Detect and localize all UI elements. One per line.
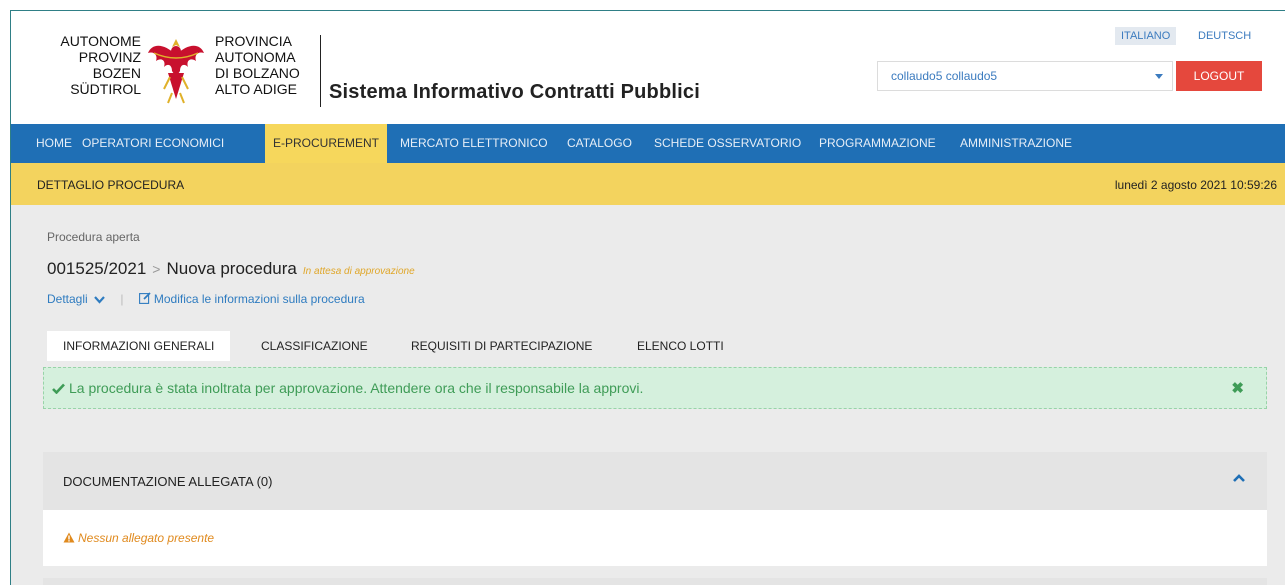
main-nav: HOME OPERATORI ECONOMICI E-PROCUREMENT M… (11, 124, 1285, 163)
section-bar: DETTAGLIO PROCEDURA lunedì 2 agosto 2021… (11, 163, 1285, 205)
logout-button[interactable]: LOGOUT (1176, 61, 1262, 91)
chevron-up-icon[interactable] (1231, 470, 1247, 486)
logo-line: AUTONOMA (215, 49, 296, 65)
alert-message: La procedura è stata inoltrata per appro… (69, 380, 644, 396)
alert-message-wrap: La procedura è stata inoltrata per appro… (52, 380, 643, 396)
section-title: DETTAGLIO PROCEDURA (37, 178, 185, 192)
details-link-label: Dettagli (47, 292, 88, 306)
logo-line: ALTO ADIGE (215, 81, 297, 97)
current-datetime: lunedì 2 agosto 2021 10:59:26 (1114, 178, 1277, 192)
eagle-coat-of-arms-icon (146, 33, 206, 105)
no-attachments-message: Nessun allegato presente (63, 531, 214, 545)
nav-item-schede-osservatorio[interactable]: SCHEDE OSSERVATORIO (654, 124, 801, 163)
logo-line: PROVINZ (78, 49, 141, 65)
tab-elenco-lotti[interactable]: ELENCO LOTTI (621, 331, 740, 361)
app-title: Sistema Informativo Contratti Pubblici (329, 81, 700, 103)
logo-line: AUTONOME (60, 33, 141, 49)
nav-item-catalogo[interactable]: CATALOGO (567, 124, 632, 163)
nav-item-e-procurement[interactable]: E-PROCUREMENT (265, 124, 388, 163)
language-deutsch-link[interactable]: DEUTSCH (1192, 27, 1257, 45)
procedure-title: 001525/2021 > Nuova procedura In attesa di … (47, 259, 415, 279)
warning-icon (63, 532, 75, 543)
check-icon (52, 383, 65, 395)
logo-line: BOZEN (92, 65, 141, 81)
logo-line: SÜDTIROL (70, 81, 141, 97)
caret-down-icon (1155, 74, 1163, 79)
close-icon[interactable]: ✖ (1231, 379, 1244, 397)
logo-text-de: AUTONOME PROVINZ BOZEN SÜDTIROL (48, 33, 141, 97)
no-attachments-text: Nessun allegato presente (78, 531, 215, 545)
province-logo[interactable]: AUTONOME PROVINZ BOZEN SÜDTIROL PROVINCI… (48, 33, 321, 107)
header: AUTONOME PROVINZ BOZEN SÜDTIROL PROVINCI… (11, 11, 1285, 124)
chevron-down-icon (94, 296, 105, 304)
nav-item-mercato-elettronico[interactable]: MERCATO ELETTRONICO (400, 124, 548, 163)
app-frame: AUTONOME PROVINZ BOZEN SÜDTIROL PROVINCI… (10, 10, 1285, 585)
user-select[interactable]: collaudo5 collaudo5 (877, 61, 1173, 91)
logo-line: DI BOLZANO (215, 65, 300, 81)
nav-item-amministrazione[interactable]: AMMINISTRAZIONE (960, 124, 1072, 163)
logo-text-it: PROVINCIA AUTONOMA DI BOLZANO ALTO ADIGE (215, 33, 315, 97)
tab-classificazione[interactable]: CLASSIFICAZIONE (245, 331, 384, 361)
procedure-code: 001525/2021 (47, 259, 147, 278)
nav-item-programmazione[interactable]: PROGRAMMAZIONE (819, 124, 936, 163)
user-select-value: collaudo5 collaudo5 (891, 69, 998, 83)
logo-line: PROVINCIA (215, 33, 293, 49)
procedure-name: Nuova procedura (166, 259, 297, 278)
attachments-panel-title: DOCUMENTAZIONE ALLEGATA (0) (63, 474, 273, 489)
attachments-panel-header[interactable]: DOCUMENTAZIONE ALLEGATA (0) (43, 452, 1267, 510)
edit-procedure-link[interactable]: Modifica le informazioni sulla procedura (136, 292, 365, 306)
next-panel-header (43, 578, 1267, 585)
edit-procedure-label: Modifica le informazioni sulla procedura (153, 292, 365, 306)
procedure-actions: Dettagli | Modifica le informazioni sull… (47, 292, 365, 306)
edit-icon (138, 292, 151, 304)
success-alert: La procedura è stata inoltrata per appro… (43, 367, 1267, 409)
chevron-right-icon: > (152, 261, 161, 277)
details-toggle[interactable]: Dettagli (47, 292, 108, 306)
tab-requisiti-di-partecipazione[interactable]: REQUISITI DI PARTECIPAZIONE (395, 331, 608, 361)
procedure-type: Procedura aperta (47, 230, 140, 244)
nav-item-operatori-economici[interactable]: OPERATORI ECONOMICI (82, 124, 224, 163)
logo-divider (320, 35, 321, 107)
procedure-status: In attesa di approvazione (302, 266, 415, 277)
link-divider: | (120, 292, 124, 306)
language-italiano-link[interactable]: ITALIANO (1115, 27, 1177, 45)
nav-item-home[interactable]: HOME (36, 124, 72, 163)
tab-informazioni-generali[interactable]: INFORMAZIONI GENERALI (47, 331, 231, 361)
attachments-panel-body: Nessun allegato presente (43, 510, 1267, 566)
